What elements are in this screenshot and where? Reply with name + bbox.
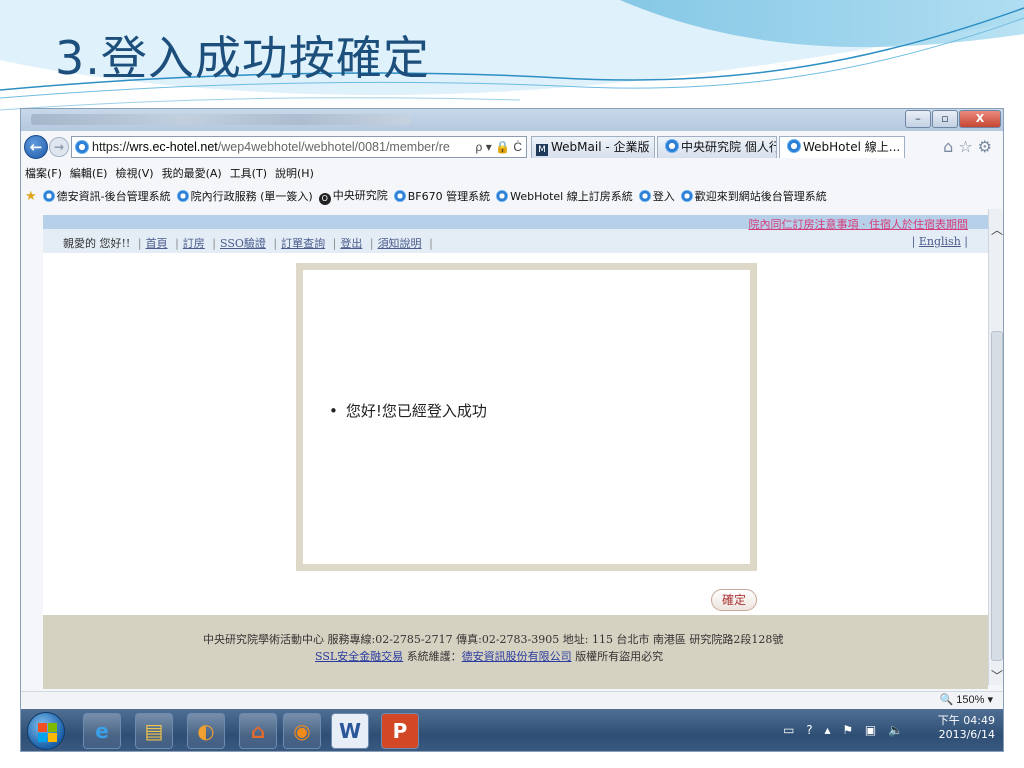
tab-sinica[interactable]: 中央研究院 個人行... [657,136,777,158]
page-header: 院內同仁訂房注意事項 · 住宿人於住宿表期間 親愛的 您好!! | 首頁 | 訂房 … [43,215,988,253]
powerpoint-icon[interactable]: P [381,713,419,749]
window-title-bar: – ▫ X [21,109,1003,131]
notice-link[interactable]: 院內同仁訂房注意事項 · 住宿人於住宿表期間 [749,216,969,232]
folder-icon[interactable]: ▤ [135,713,173,749]
maximize-button[interactable]: ▫ [932,110,958,128]
ssl-link[interactable]: SSL安全金融交易 [315,650,403,663]
nav-instructions[interactable]: 須知說明 [378,237,422,250]
ie-page-icon [75,140,89,154]
tab-label: 中央研究院 個人行... [681,140,776,154]
menu-file[interactable]: 檔案(F) [25,165,62,181]
scroll-thumb[interactable] [991,331,1003,661]
favorites-star-icon[interactable]: ★ [25,189,37,204]
greeting-text: 親愛的 您好!! [63,237,131,250]
tab-webhotel[interactable]: WebHotel 線上...× [779,136,905,158]
windows-logo-red [38,723,47,732]
confirm-button[interactable]: 確定 [711,589,757,611]
outlook-icon[interactable]: ◐ [187,713,225,749]
copyright-text: 版權所有盜用必究 [575,650,664,663]
footer-contact: 中央研究院學術活動中心 服務專線:02-2785-2717 傳真:02-2783… [203,633,784,646]
footer-credits: SSL安全金融交易 系統維護：德安資訊股份有限公司 版權所有盜用必究 [315,648,663,664]
favorite-sinica[interactable]: O 中央研究院 [318,187,388,205]
home-icon[interactable]: ⌂ [239,713,277,749]
favorite-bf670[interactable]: BF670 管理系統 [393,188,490,204]
address-path: /wep4webhotel/webhotel/0081/member/re [217,140,450,154]
ie-icon[interactable]: e [83,713,121,749]
blurred-window-title [31,114,411,125]
ie-tab-icon [787,139,801,153]
ie-tab-icon [665,139,679,153]
clock[interactable]: 下午 04:49 2013/6/14 [938,714,995,742]
home-favorites-tools-icons[interactable]: ⌂☆⚙ [943,137,997,156]
address-search-lock-refresh-icons[interactable]: ρ ▾ 🔒 Ċ [476,140,526,154]
nav-order-lookup[interactable]: 訂單查詢 [281,237,325,250]
login-success-message: 您好!您已經登入成功 [329,400,487,421]
word-icon[interactable]: W [331,713,369,749]
browser-screenshot: – ▫ X ← → https:// wrs.ec-hotel.net /wep… [20,108,1004,752]
system-tray-icons[interactable]: ▭ ? ▴ ⚑ ▣ 🔈 [783,723,907,737]
menu-help[interactable]: 說明(H) [275,165,314,181]
tab-label: WebMail - 企業版 [551,140,650,154]
menu-favorites[interactable]: 我的最愛(A) [162,165,222,181]
english-link[interactable]: English [919,235,961,248]
windows-logo-green [48,723,57,732]
menu-tools[interactable]: 工具(T) [230,165,267,181]
maintenance-label: 系統維護： [406,650,462,663]
favorite-login[interactable]: 登入 [638,188,675,204]
forward-button[interactable]: → [49,137,69,157]
navigation-bar: ← → https:// wrs.ec-hotel.net /wep4webho… [21,133,1003,161]
favorite-deyan-backend[interactable]: 德安資訊-後台管理系統 [42,188,171,204]
site-navigation: 親愛的 您好!! | 首頁 | 訂房 | SSO驗證 | 訂單查詢 | 登出 | 須知說明 … [63,237,433,250]
favorite-welcome-backend[interactable]: 歡迎來到網站後台管理系統 [680,188,827,204]
english-link-group: | English | [911,235,968,248]
scroll-up-icon[interactable]: ︿ [989,221,1003,239]
menu-edit[interactable]: 編輯(E) [70,165,108,181]
windows-logo-blue [38,733,47,742]
mail-icon: M [536,144,548,156]
zoom-control[interactable]: 🔍 150% ▾ [940,693,994,706]
tab-label: WebHotel 線上... [803,140,901,154]
slide-title: 3.登入成功按確定 [55,31,430,85]
vertical-scrollbar[interactable]: ︿ ﹀ [988,209,1003,685]
zoom-level: 150% [956,694,985,706]
company-link[interactable]: 德安資訊股份有限公司 [462,650,572,663]
address-bar[interactable]: https:// wrs.ec-hotel.net /wep4webhotel/… [71,136,527,158]
favorites-bar: ★ 德安資訊-後台管理系統 院內行政服務 (單一簽入) O 中央研究院 BF670… [25,187,827,205]
close-button[interactable]: X [959,110,1001,128]
favorite-webhotel[interactable]: WebHotel 線上訂房系統 [496,188,633,204]
firefox-icon[interactable]: ◉ [283,713,321,749]
tab-webmail[interactable]: M WebMail - 企業版 [531,136,655,158]
scroll-down-icon[interactable]: ﹀ [989,667,1003,685]
nav-sso[interactable]: SSO驗證 [220,237,266,250]
address-protocol: https:// [92,140,130,154]
message-box: 您好!您已經登入成功 [296,263,757,571]
page-footer: 中央研究院學術活動中心 服務專線:02-2785-2717 傳真:02-2783… [43,615,988,689]
windows-logo-yellow [48,733,57,742]
zoom-dropdown-icon[interactable]: ▾ [987,694,993,706]
menu-bar: 檔案(F) 編輯(E) 檢視(V) 我的最愛(A) 工具(T) 說明(H) [25,165,314,181]
clock-time: 下午 04:49 [937,714,995,727]
address-host: wrs.ec-hotel.net [129,140,218,154]
status-bar: 🔍 150% ▾ [21,691,1003,709]
nav-logout[interactable]: 登出 [340,237,362,250]
nav-booking[interactable]: 訂房 [183,237,205,250]
window-controls: – ▫ X [905,110,1001,128]
favorite-admin-service[interactable]: 院內行政服務 (單一簽入) [176,188,313,204]
clock-date: 2013/6/14 [938,728,995,741]
back-button[interactable]: ← [24,135,48,159]
web-page: 院內同仁訂房注意事項 · 住宿人於住宿表期間 親愛的 您好!! | 首頁 | 訂房 … [43,215,988,689]
minimize-button[interactable]: – [905,110,931,128]
nav-home[interactable]: 首頁 [146,237,168,250]
start-button[interactable] [27,712,65,750]
windows-taskbar: e ▤ ◐ ⌂ ◉ W P ▭ ? ▴ ⚑ ▣ 🔈 下午 04:49 2013/… [21,709,1003,751]
menu-view[interactable]: 檢視(V) [115,165,153,181]
